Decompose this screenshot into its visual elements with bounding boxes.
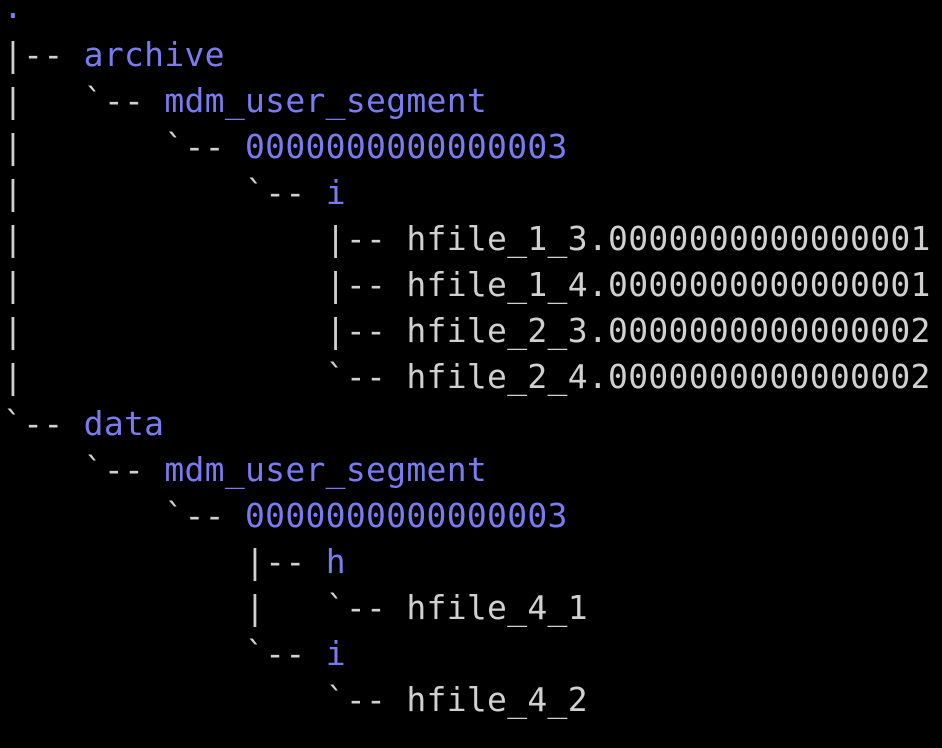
tree-line: | |-- hfile_1_4.0000000000000001 bbox=[3, 262, 931, 308]
tree-branch: |-- bbox=[3, 35, 84, 74]
tree-line: `-- mdm_user_segment bbox=[3, 447, 487, 493]
tree-line: `-- hfile_4_2 bbox=[3, 677, 588, 723]
directory-name: mdm_user_segment bbox=[164, 450, 488, 489]
tree-line: `-- i bbox=[3, 631, 346, 677]
tree-branch: | `-- bbox=[3, 588, 407, 627]
tree-line: |-- archive bbox=[3, 32, 225, 78]
tree-line: | |-- hfile_2_3.0000000000000002 bbox=[3, 308, 931, 354]
root-dot: . bbox=[3, 0, 24, 26]
file-name: hfile_2_3.0000000000000002 bbox=[406, 311, 931, 350]
tree-line: |-- h bbox=[3, 539, 346, 585]
tree-line: | `-- mdm_user_segment bbox=[3, 78, 487, 124]
tree-branch: `-- bbox=[3, 634, 326, 673]
tree-line: | |-- hfile_1_3.0000000000000001 bbox=[3, 216, 931, 262]
tree-line: `-- 0000000000000003 bbox=[3, 493, 568, 539]
tree-branch: | |-- bbox=[3, 311, 407, 350]
directory-name: i bbox=[325, 634, 346, 673]
file-name: hfile_4_2 bbox=[406, 680, 588, 719]
tree-branch: | `-- bbox=[3, 173, 326, 212]
directory-name: i bbox=[325, 173, 346, 212]
tree-root: . bbox=[3, 0, 23, 30]
tree-line: | `-- i bbox=[3, 170, 346, 216]
terminal-window: . |-- archive | `-- mdm_user_segment | `… bbox=[0, 0, 942, 748]
directory-name: 0000000000000003 bbox=[245, 127, 568, 166]
tree-branch: | `-- bbox=[3, 357, 407, 396]
file-name: hfile_2_4.0000000000000002 bbox=[406, 357, 931, 396]
tree-branch: `-- bbox=[3, 680, 407, 719]
tree-line: `-- data bbox=[3, 401, 164, 447]
tree-line: | `-- 0000000000000003 bbox=[3, 124, 568, 170]
tree-line: | `-- hfile_4_1 bbox=[3, 585, 588, 631]
tree-branch: | |-- bbox=[3, 219, 407, 258]
directory-name: archive bbox=[83, 35, 225, 74]
tree-branch: `-- bbox=[3, 496, 246, 535]
directory-name: mdm_user_segment bbox=[164, 81, 488, 120]
tree-branch: | `-- bbox=[3, 127, 246, 166]
directory-name: 0000000000000003 bbox=[245, 496, 568, 535]
tree-branch: `-- bbox=[3, 450, 165, 489]
directory-name: data bbox=[83, 404, 165, 443]
tree-line: | `-- hfile_2_4.0000000000000002 bbox=[3, 354, 931, 400]
tree-branch: | `-- bbox=[3, 81, 165, 120]
tree-branch: | |-- bbox=[3, 265, 407, 304]
tree-branch: `-- bbox=[3, 404, 84, 443]
tree-branch: |-- bbox=[3, 542, 326, 581]
file-name: hfile_1_3.0000000000000001 bbox=[406, 219, 931, 258]
directory-name: h bbox=[325, 542, 346, 581]
file-name: hfile_4_1 bbox=[406, 588, 588, 627]
file-name: hfile_1_4.0000000000000001 bbox=[406, 265, 931, 304]
